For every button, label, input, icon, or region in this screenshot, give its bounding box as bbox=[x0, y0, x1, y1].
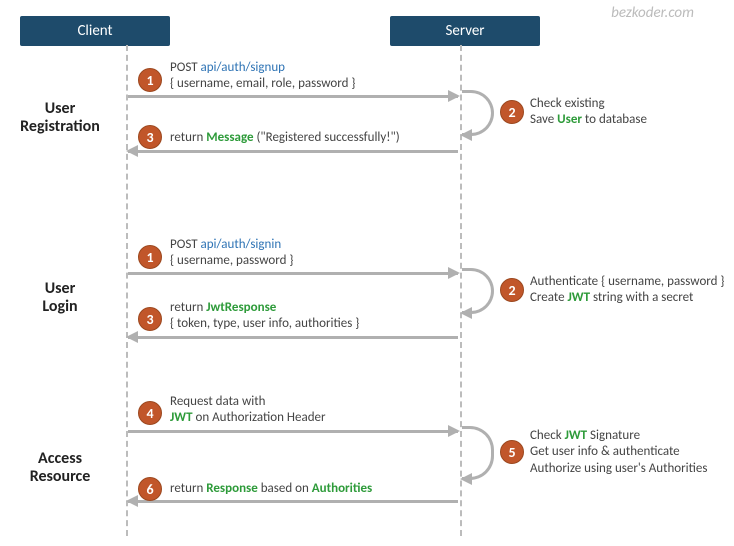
login-step3-msg: return JwtResponse { token, type, user i… bbox=[170, 300, 359, 333]
acc4-line2b: on Authorization Header bbox=[193, 410, 326, 425]
acc5-line1a: Check bbox=[530, 428, 565, 443]
acc6-b: based on bbox=[258, 481, 312, 496]
login-selfloop-2 bbox=[462, 268, 494, 314]
client-header: Client bbox=[20, 16, 170, 46]
access-arrow-4 bbox=[128, 430, 458, 433]
access-selfloop-5 bbox=[462, 426, 494, 480]
access-step6-num: 6 bbox=[138, 477, 162, 501]
reg-step3-num: 3 bbox=[138, 125, 162, 149]
login2-line2a: Create bbox=[530, 290, 568, 305]
acc6-response: Response bbox=[206, 481, 258, 496]
reg3-a: return bbox=[170, 130, 206, 145]
acc4-line1: Request data with bbox=[170, 394, 265, 409]
access-step5-msg: Check JWT Signature Get user info & auth… bbox=[530, 428, 707, 477]
reg2-line2a: Save bbox=[530, 112, 557, 127]
login-arrow-3 bbox=[128, 336, 458, 339]
reg3-message: Message bbox=[206, 130, 253, 145]
acc5-line3: Authorize using user's Authorities bbox=[530, 461, 707, 476]
reg-step2-num: 2 bbox=[500, 100, 524, 124]
acc5-jwt: JWT bbox=[565, 428, 588, 443]
acc6-a: return bbox=[170, 481, 206, 496]
acc6-authorities: Authorities bbox=[312, 481, 372, 496]
server-header: Server bbox=[390, 16, 540, 46]
login-step3-num: 3 bbox=[138, 307, 162, 331]
reg-selfloop-2 bbox=[462, 90, 494, 136]
login1-method: POST bbox=[170, 237, 200, 252]
login-step2-msg: Authenticate { username, password } Crea… bbox=[530, 274, 725, 307]
login2-line1: Authenticate { username, password } bbox=[530, 274, 725, 289]
reg2-user: User bbox=[557, 112, 582, 127]
access-step5-num: 5 bbox=[500, 440, 524, 464]
section-login: User Login bbox=[5, 280, 115, 317]
login-step1-num: 1 bbox=[138, 245, 162, 269]
section-registration: User Registration bbox=[5, 100, 115, 137]
access-step4-msg: Request data with JWT on Authorization H… bbox=[170, 394, 326, 427]
reg-step3-msg: return Message ("Registered successfully… bbox=[170, 130, 400, 146]
acc5-line2: Get user info & authenticate bbox=[530, 444, 680, 459]
login3-body: { token, type, user info, authorities } bbox=[170, 316, 359, 331]
reg1-method: POST bbox=[170, 60, 200, 75]
access-step4-num: 4 bbox=[138, 401, 162, 425]
acc4-jwt: JWT bbox=[170, 410, 193, 425]
reg-arrow-1 bbox=[128, 95, 458, 98]
reg-step1-num: 1 bbox=[138, 68, 162, 92]
client-lifeline bbox=[126, 45, 128, 536]
acc5-line1b: Signature bbox=[587, 428, 640, 443]
login1-endpoint: api/auth/signin bbox=[200, 237, 281, 252]
login2-line2b: string with a secret bbox=[590, 290, 693, 305]
reg2-line2b: to database bbox=[582, 112, 647, 127]
access-arrow-6 bbox=[128, 500, 458, 503]
login2-jwt: JWT bbox=[568, 290, 591, 305]
reg-step2-msg: Check existing Save User to database bbox=[530, 96, 647, 129]
section-access: Access Resource bbox=[5, 450, 115, 487]
reg2-line1: Check existing bbox=[530, 96, 605, 111]
access-step6-msg: return Response based on Authorities bbox=[170, 481, 372, 497]
reg-step1-msg: POST api/auth/signup { username, email, … bbox=[170, 60, 355, 93]
reg1-endpoint: api/auth/signup bbox=[200, 60, 285, 75]
login-step2-num: 2 bbox=[500, 278, 524, 302]
login3-jwtresponse: JwtResponse bbox=[206, 300, 276, 315]
watermark: bezkoder.com bbox=[611, 4, 694, 22]
reg-arrow-3 bbox=[128, 150, 458, 153]
reg3-b: ("Registered successfully!") bbox=[254, 130, 400, 145]
login3-a: return bbox=[170, 300, 206, 315]
login1-body: { username, password } bbox=[170, 253, 293, 268]
login-step1-msg: POST api/auth/signin { username, passwor… bbox=[170, 237, 293, 270]
login-arrow-1 bbox=[128, 272, 458, 275]
reg1-body: { username, email, role, password } bbox=[170, 76, 355, 91]
